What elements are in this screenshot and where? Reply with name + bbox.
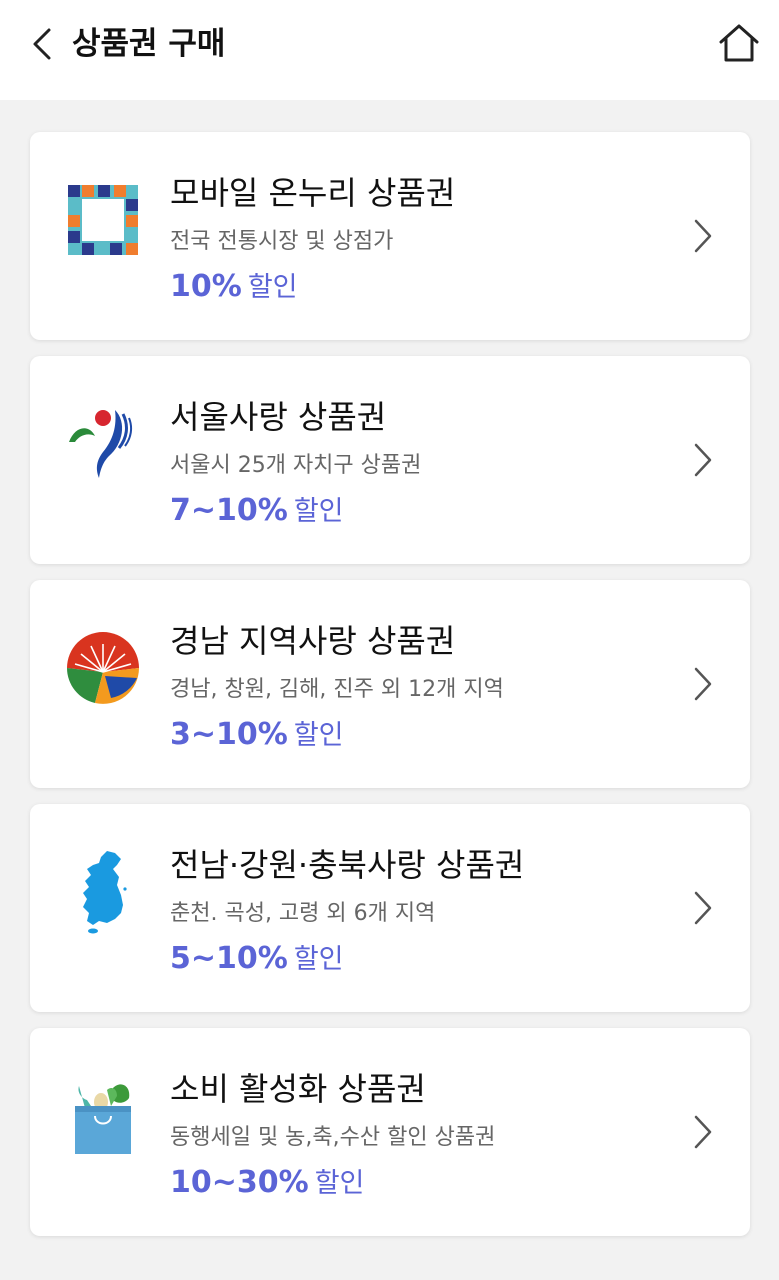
chevron-right-icon (690, 440, 716, 480)
chevron-right-icon (690, 216, 716, 256)
chevron-right-icon (690, 888, 716, 928)
voucher-discount: 10~30% 할인 (170, 1161, 364, 1200)
discount-percent: 5~10% (170, 941, 288, 976)
voucher-title: 전남·강원·충북사랑 상품권 (170, 846, 525, 884)
chevron-left-icon (33, 28, 51, 60)
discount-percent: 10~30% (170, 1165, 309, 1200)
voucher-discount: 5~10% 할인 (170, 937, 344, 976)
korea-map-icon (60, 849, 146, 935)
voucher-discount: 10% 할인 (170, 265, 298, 304)
app-header: 상품권 구매 (0, 0, 779, 100)
grocery-bag-icon (60, 1073, 146, 1159)
page-title: 상품권 구매 (72, 26, 226, 62)
voucher-card-jeonnam-gangwon-chungbuk[interactable]: 전남·강원·충북사랑 상품권 춘천. 곡성, 고령 외 6개 지역 5~10% 할… (30, 804, 750, 1012)
discount-percent: 7~10% (170, 493, 288, 528)
voucher-card-gyeongnam[interactable]: 경남 지역사랑 상품권 경남, 창원, 김해, 진주 외 12개 지역 3~10… (30, 580, 750, 788)
voucher-title: 모바일 온누리 상품권 (170, 174, 456, 212)
voucher-subtitle: 서울시 25개 자치구 상품권 (170, 453, 422, 478)
gyeongnam-logo-icon (60, 625, 146, 711)
voucher-discount: 3~10% 할인 (170, 713, 344, 752)
discount-percent: 3~10% (170, 717, 288, 752)
voucher-subtitle: 동행세일 및 농,축,수산 할인 상품권 (170, 1125, 496, 1150)
voucher-card-onnuri[interactable]: 모바일 온누리 상품권 전국 전통시장 및 상점가 10% 할인 (30, 132, 750, 340)
discount-percent: 10% (170, 269, 242, 304)
chevron-right-icon (690, 1112, 716, 1152)
home-icon (719, 24, 759, 62)
voucher-card-consumption[interactable]: 소비 활성화 상품권 동행세일 및 농,축,수산 할인 상품권 10~30% 할인 (30, 1028, 750, 1236)
discount-label: 할인 (293, 944, 344, 975)
chevron-right-icon (690, 664, 716, 704)
voucher-title: 서울사랑 상품권 (170, 398, 387, 436)
voucher-subtitle: 경남, 창원, 김해, 진주 외 12개 지역 (170, 677, 504, 702)
voucher-subtitle: 춘천. 곡성, 고령 외 6개 지역 (170, 901, 436, 926)
discount-label: 할인 (293, 496, 344, 527)
back-button[interactable] (20, 20, 64, 68)
voucher-card-seoul[interactable]: 서울사랑 상품권 서울시 25개 자치구 상품권 7~10% 할인 (30, 356, 750, 564)
onnuri-logo-icon (60, 177, 146, 263)
voucher-discount: 7~10% 할인 (170, 489, 344, 528)
discount-label: 할인 (293, 720, 344, 751)
home-button[interactable] (715, 18, 763, 68)
voucher-title: 소비 활성화 상품권 (170, 1070, 426, 1108)
voucher-subtitle: 전국 전통시장 및 상점가 (170, 229, 394, 254)
discount-label: 할인 (314, 1168, 365, 1199)
seoul-logo-icon (60, 401, 146, 487)
voucher-title: 경남 지역사랑 상품권 (170, 622, 456, 660)
voucher-list: 모바일 온누리 상품권 전국 전통시장 및 상점가 10% 할인 서울사랑 상품권… (30, 132, 750, 1252)
discount-label: 할인 (247, 272, 298, 303)
